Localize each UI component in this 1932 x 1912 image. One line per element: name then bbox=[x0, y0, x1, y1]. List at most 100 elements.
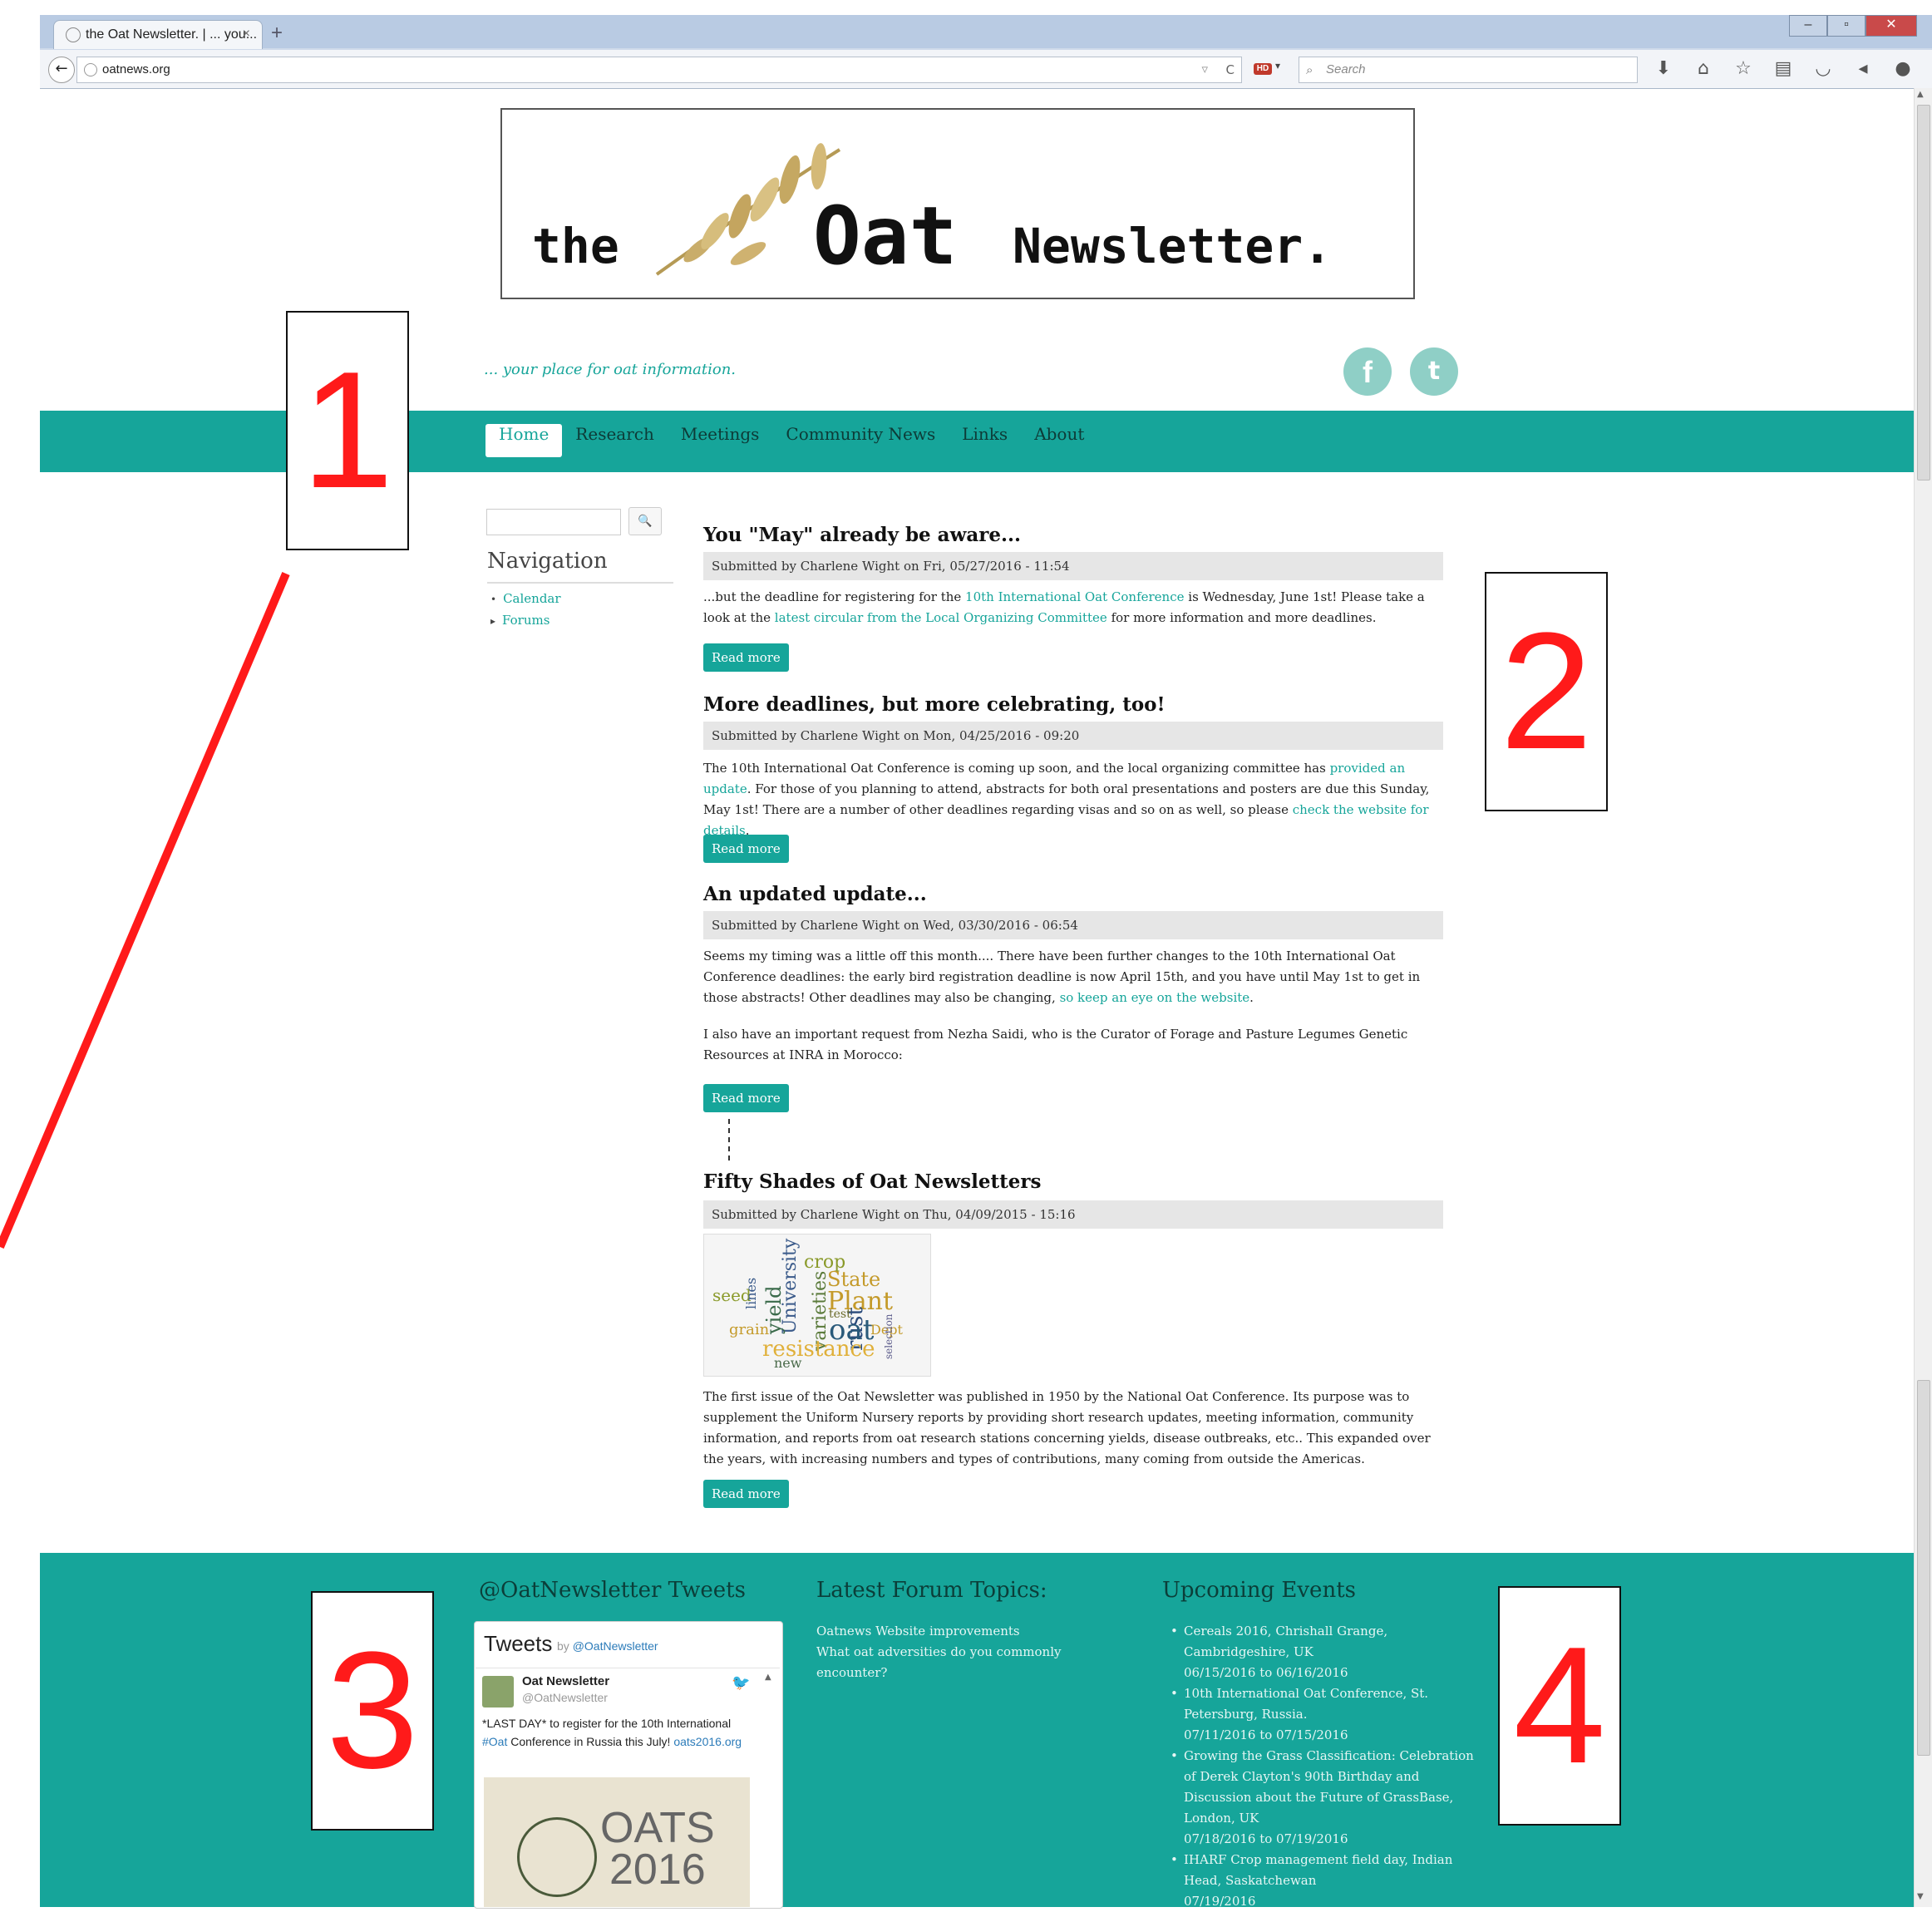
send-icon[interactable]: ◂ bbox=[1849, 55, 1877, 83]
menu-item-research[interactable]: Research bbox=[562, 424, 668, 457]
article-body: The 10th International Oat Conference is… bbox=[703, 758, 1443, 841]
menu-item-meetings[interactable]: Meetings bbox=[668, 424, 773, 457]
scroll-up-icon[interactable]: ▲ bbox=[1917, 90, 1924, 99]
logo-text-oat: Oat bbox=[813, 190, 958, 283]
search-icon: ⌕ bbox=[1306, 62, 1313, 77]
tab-close-icon[interactable]: × bbox=[243, 27, 250, 42]
home-icon[interactable]: ⌂ bbox=[1689, 55, 1718, 83]
tweet-image-text: OATS 2016 bbox=[600, 1806, 715, 1891]
site-search-input[interactable] bbox=[486, 509, 621, 535]
menu-item-community-news[interactable]: Community News bbox=[772, 424, 949, 457]
tweets-heading: Tweets bbox=[484, 1631, 553, 1656]
event-item: IHARF Crop management field day, Indian … bbox=[1164, 1850, 1480, 1912]
annotation-label: 4 bbox=[1498, 1586, 1621, 1826]
tweets-title: @OatNewsletter Tweets bbox=[479, 1578, 746, 1603]
minimize-button[interactable]: – bbox=[1789, 15, 1827, 37]
search-placeholder: Search bbox=[1326, 62, 1366, 76]
hashtag-link[interactable]: #Oat bbox=[482, 1735, 507, 1748]
logo-text-newsletter: Newsletter. bbox=[1013, 218, 1333, 274]
event-link[interactable]: Growing the Grass Classification: Celebr… bbox=[1184, 1746, 1480, 1829]
read-more-button[interactable]: Read more bbox=[703, 835, 789, 863]
url-bar[interactable]: oatnews.org ▿ C bbox=[76, 57, 1242, 83]
sidebar-item-forums[interactable]: Forums bbox=[502, 613, 550, 628]
main-menu: Home Research Meetings Community News Li… bbox=[485, 424, 1097, 457]
sidebar-nav-list: • Calendar ▸ Forums bbox=[490, 589, 561, 632]
sidebar-item-calendar[interactable]: Calendar bbox=[503, 591, 560, 606]
pocket-icon[interactable]: ◡ bbox=[1809, 55, 1837, 83]
annotation-label: 2 bbox=[1485, 572, 1608, 811]
window-controls: – ▫ ✕ bbox=[1789, 15, 1917, 37]
chat-icon[interactable]: ● bbox=[1889, 55, 1917, 83]
forum-topic-link[interactable]: What oat adversities do you commonly enc… bbox=[816, 1642, 1091, 1683]
tweet-link[interactable]: oats2016.org bbox=[673, 1735, 742, 1748]
reload-icon[interactable]: C bbox=[1226, 57, 1235, 82]
menu-item-home[interactable]: Home bbox=[485, 424, 563, 457]
browser-search-input[interactable]: ⌕ Search bbox=[1299, 57, 1638, 83]
chevron-down-icon[interactable]: ▾ bbox=[1275, 60, 1280, 71]
article-meta: Submitted by Charlene Wight on Mon, 04/2… bbox=[703, 722, 1443, 750]
widget-scroll-up-icon[interactable]: ▲ bbox=[765, 1673, 771, 1682]
events-title: Upcoming Events bbox=[1162, 1578, 1356, 1603]
url-dropdown-icon[interactable]: ▿ bbox=[1201, 57, 1208, 82]
read-more-button[interactable]: Read more bbox=[703, 643, 789, 672]
scrollbar-thumb-lower[interactable] bbox=[1917, 1380, 1930, 1756]
site-slogan: ... your place for oat information. bbox=[484, 361, 737, 378]
tab-strip bbox=[40, 15, 1932, 48]
word-cloud-image[interactable]: crop State Plant University yield variet… bbox=[703, 1234, 931, 1377]
facebook-icon[interactable]: f bbox=[1343, 347, 1392, 396]
wordcloud-word: test bbox=[829, 1308, 851, 1321]
tweet-author-handle[interactable]: @OatNewsletter bbox=[522, 1691, 608, 1704]
event-link[interactable]: 10th International Oat Conference, St. P… bbox=[1184, 1683, 1480, 1725]
article-title[interactable]: Fifty Shades of Oat Newsletters bbox=[703, 1170, 1041, 1193]
toolbar-icons: ⬇ ⌂ ☆ ▤ ◡ ◂ ● ≡ bbox=[1649, 55, 1932, 83]
browser-tab[interactable]: the Oat Newsletter. | ... you... × bbox=[53, 20, 263, 49]
tweet-text-part: *LAST DAY* to register for the 10th Inte… bbox=[482, 1717, 732, 1730]
wordcloud-word: lines bbox=[743, 1278, 759, 1309]
scrollbar-thumb[interactable] bbox=[1917, 105, 1930, 480]
article-link[interactable]: 10th International Oat Conference bbox=[965, 589, 1184, 604]
forum-topic-link[interactable]: Oatnews Website improvements bbox=[816, 1621, 1091, 1642]
maximize-button[interactable]: ▫ bbox=[1827, 15, 1865, 37]
tweet-text-part: Conference in Russia this July! bbox=[507, 1735, 674, 1748]
article-meta: Submitted by Charlene Wight on Fri, 05/2… bbox=[703, 552, 1443, 580]
read-more-button[interactable]: Read more bbox=[703, 1084, 789, 1112]
event-item: Growing the Grass Classification: Celebr… bbox=[1164, 1746, 1480, 1850]
back-button[interactable]: ← bbox=[48, 57, 75, 83]
event-item: 10th International Oat Conference, St. P… bbox=[1164, 1683, 1480, 1746]
article-title[interactable]: More deadlines, but more celebrating, to… bbox=[703, 693, 1166, 716]
article-meta: Submitted by Charlene Wight on Wed, 03/3… bbox=[703, 911, 1443, 939]
wordcloud-word: grain bbox=[729, 1321, 770, 1338]
reading-list-icon[interactable]: ▤ bbox=[1769, 55, 1797, 83]
window-frame bbox=[0, 0, 40, 1907]
bookmark-star-icon[interactable]: ☆ bbox=[1729, 55, 1757, 83]
event-link[interactable]: Cereals 2016, Chrishall Grange, Cambridg… bbox=[1184, 1621, 1480, 1663]
event-date: 07/19/2016 bbox=[1184, 1894, 1256, 1909]
search-icon: 🔍 bbox=[638, 515, 653, 528]
read-more-button[interactable]: Read more bbox=[703, 1480, 789, 1508]
new-tab-button[interactable]: + bbox=[271, 22, 283, 45]
article-link[interactable]: so keep an eye on the website bbox=[1060, 990, 1250, 1005]
download-icon[interactable]: ⬇ bbox=[1649, 55, 1678, 83]
article-title[interactable]: An updated update... bbox=[703, 883, 927, 905]
site-identity-icon[interactable] bbox=[84, 63, 97, 76]
twitter-icon[interactable]: t bbox=[1410, 347, 1458, 396]
close-window-button[interactable]: ✕ bbox=[1865, 15, 1917, 37]
twitter-bird-icon[interactable]: 🐦 bbox=[732, 1674, 750, 1692]
menu-item-about[interactable]: About bbox=[1021, 424, 1097, 457]
hd-badge[interactable]: HD bbox=[1254, 63, 1272, 75]
tweets-by-handle[interactable]: @OatNewsletter bbox=[573, 1639, 658, 1653]
menu-icon[interactable]: ≡ bbox=[1929, 55, 1932, 83]
forum-list: Oatnews Website improvements What oat ad… bbox=[816, 1621, 1091, 1683]
tweets-by-label: by bbox=[557, 1639, 569, 1653]
article-body: The first issue of the Oat Newsletter wa… bbox=[703, 1389, 1431, 1466]
menu-item-links[interactable]: Links bbox=[949, 424, 1021, 457]
event-link[interactable]: IHARF Crop management field day, Indian … bbox=[1184, 1850, 1480, 1891]
avatar[interactable] bbox=[482, 1676, 514, 1707]
article-link[interactable]: latest circular from the Local Organizin… bbox=[775, 610, 1107, 625]
site-search-button[interactable]: 🔍 bbox=[628, 507, 662, 535]
article-title[interactable]: You "May" already be aware... bbox=[703, 524, 1021, 546]
sidebar-nav-title: Navigation bbox=[487, 549, 608, 574]
tweet-author-name[interactable]: Oat Newsletter bbox=[522, 1674, 609, 1688]
article-meta: Submitted by Charlene Wight on Thu, 04/0… bbox=[703, 1200, 1443, 1229]
scroll-down-icon[interactable]: ▼ bbox=[1917, 1892, 1924, 1901]
